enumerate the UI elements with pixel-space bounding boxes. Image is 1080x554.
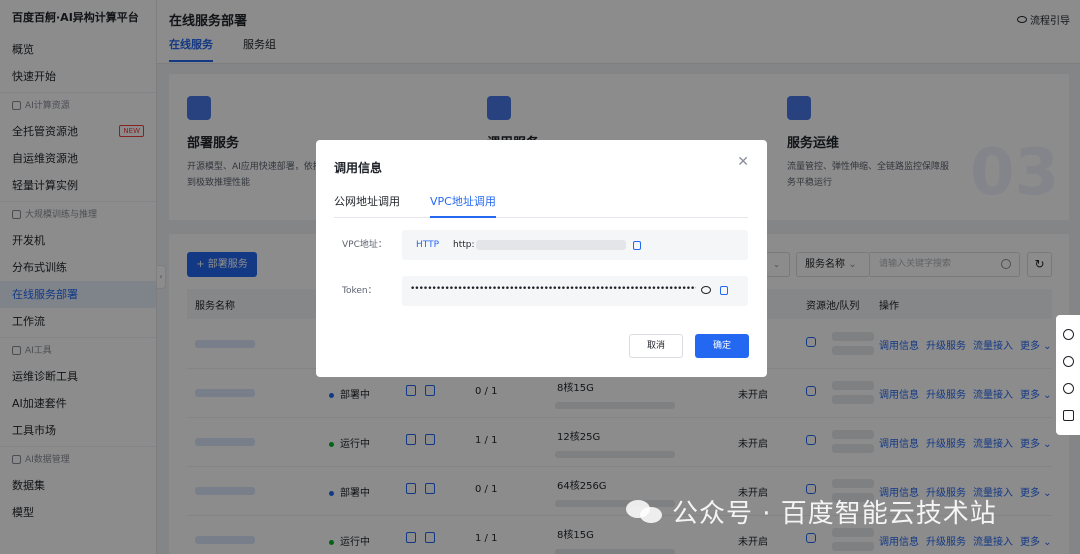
- watermark: 公众号 · 百度智能云技术站: [626, 494, 997, 529]
- vpc-address-field: HTTP http:: [402, 230, 748, 260]
- heart-icon[interactable]: [1062, 329, 1074, 340]
- modal-title: 调用信息: [334, 161, 383, 175]
- vpc-address-label: VPC地址：: [342, 240, 387, 250]
- cancel-button[interactable]: 取消: [629, 334, 683, 358]
- token-value: ••••••••••••••••••••••••••••••••••••••••…: [410, 284, 696, 294]
- float-toolbar: [1056, 315, 1080, 435]
- wechat-logo-icon: [626, 498, 664, 524]
- token-label: Token：: [342, 286, 377, 296]
- eye-off-icon[interactable]: [701, 286, 711, 294]
- invoke-info-modal: 调用信息 ✕ 公网地址调用 VPC地址调用 VPC地址： HTTP http: …: [316, 140, 767, 377]
- close-icon[interactable]: ✕: [737, 154, 749, 170]
- tab-public-address[interactable]: 公网地址调用: [334, 192, 400, 218]
- watermark-text: 公众号 · 百度智能云技术站: [672, 498, 997, 529]
- phone-icon[interactable]: [1062, 383, 1074, 394]
- token-field: ••••••••••••••••••••••••••••••••••••••••…: [402, 276, 748, 306]
- http-prefix: http:: [453, 240, 475, 250]
- help-icon[interactable]: [1062, 356, 1074, 367]
- modal-tabs: 公网地址调用 VPC地址调用: [334, 192, 748, 218]
- copy-icon[interactable]: [720, 286, 728, 295]
- confirm-button[interactable]: 确定: [695, 334, 749, 358]
- http-tag: HTTP: [416, 240, 440, 250]
- grid-icon[interactable]: [1062, 410, 1074, 421]
- vpc-url-value: [476, 240, 626, 250]
- copy-icon[interactable]: [633, 241, 641, 250]
- tab-vpc-address[interactable]: VPC地址调用: [430, 192, 496, 218]
